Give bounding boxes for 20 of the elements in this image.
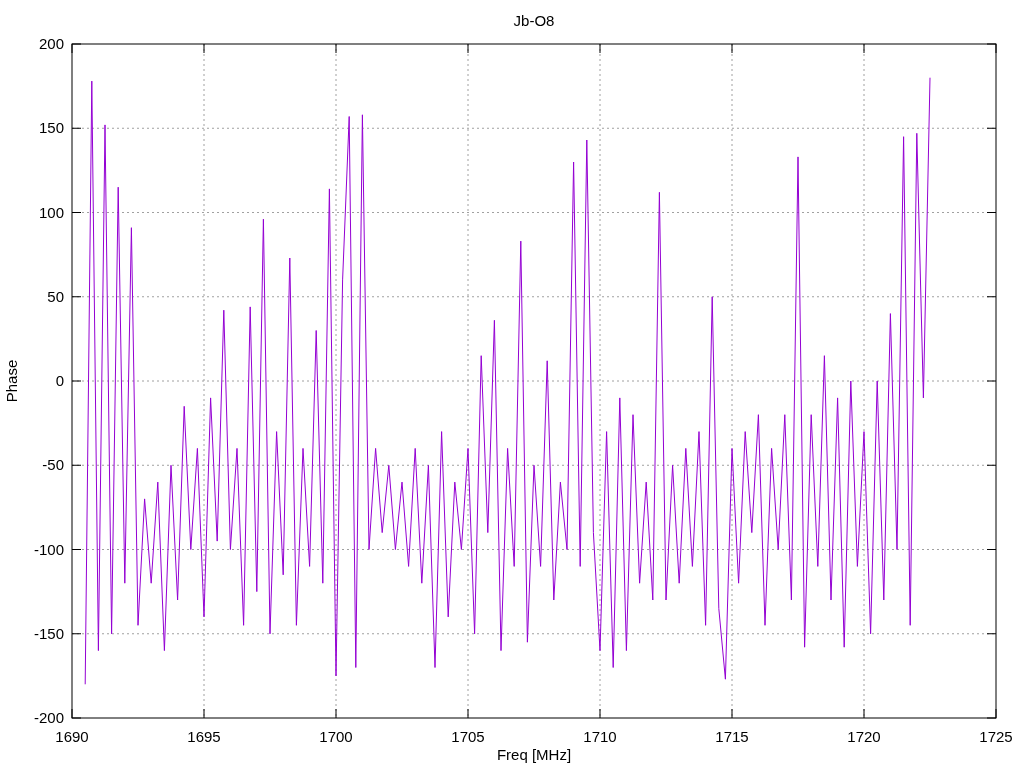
tick-label: 50 [47,287,64,305]
axis-label: Phase [3,359,20,403]
tick-label: 1715 [715,728,749,745]
tick-label: 1720 [847,728,881,745]
tick-label: 150 [38,119,64,137]
tick-label: -200 [33,709,64,726]
tick-label: 1710 [583,728,617,745]
tick-label: 1700 [319,728,353,745]
tick-label: 1705 [451,728,485,745]
axis-label: Freq [MHz] [496,746,572,763]
tick-label: 0 [55,372,64,389]
chart-title: Jb-O8 [513,12,555,29]
tick-label: 100 [38,203,64,221]
tick-label: -100 [33,540,64,558]
tick-label: 1695 [187,728,221,745]
tick-label: -50 [42,456,64,474]
tick-label: 200 [38,35,64,52]
tick-label: 1690 [55,728,89,745]
tick-label: -150 [33,624,64,642]
tick-label: 1725 [979,728,1013,745]
